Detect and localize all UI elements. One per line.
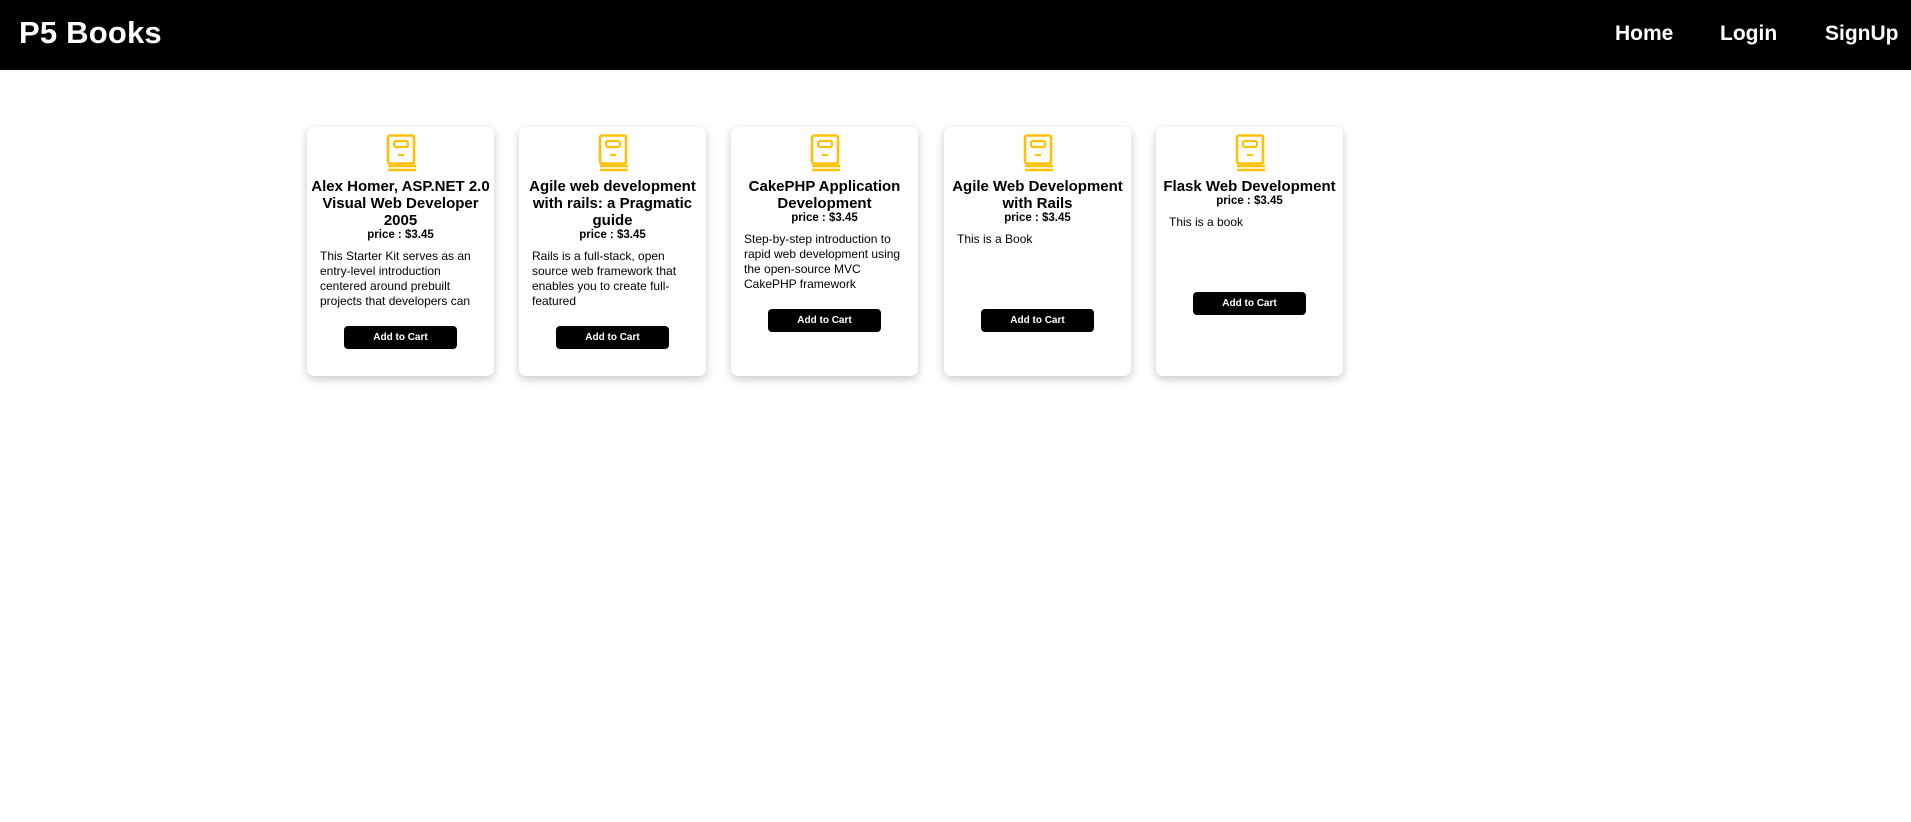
book-description: This Starter Kit serves as an entry-leve… — [320, 249, 471, 308]
book-title: Agile Web Development with Rails — [952, 178, 1123, 212]
nav-home-link[interactable]: Home — [1615, 22, 1673, 46]
book-description: Step-by-step introduction to rapid web d… — [744, 232, 901, 291]
book-title: Agile web development with rails: a Prag… — [529, 178, 696, 229]
add-to-cart-button[interactable]: Add to Cart — [981, 309, 1094, 332]
brand-logo[interactable]: P5 Books — [19, 15, 162, 51]
book-icon — [1235, 134, 1265, 172]
book-icon — [598, 134, 628, 172]
book-icon — [810, 134, 840, 172]
book-title: Flask Web Development — [1163, 178, 1336, 195]
book-icon — [1023, 134, 1053, 172]
book-icon — [386, 134, 416, 172]
add-to-cart-button[interactable]: Add to Cart — [556, 326, 669, 349]
book-card: Agile Web Development with Rails price :… — [944, 127, 1131, 376]
book-card: CakePHP Application Development price : … — [731, 127, 918, 376]
book-price: price : $3.45 — [791, 212, 858, 224]
book-card: Flask Web Development price : $3.45 This… — [1156, 127, 1343, 376]
nav-signup-link[interactable]: SignUp — [1825, 22, 1899, 46]
book-description: This is a Book — [957, 232, 1033, 246]
book-description: This is a book — [1169, 215, 1244, 229]
book-card: Agile web development with rails: a Prag… — [519, 127, 706, 376]
add-to-cart-button[interactable]: Add to Cart — [1193, 292, 1306, 315]
nav-login-link[interactable]: Login — [1720, 22, 1777, 46]
book-price: price : $3.45 — [579, 229, 646, 241]
book-title: CakePHP Application Development — [748, 178, 901, 212]
book-card: Alex Homer, ASP.NET 2.0 Visual Web Devel… — [307, 127, 494, 376]
add-to-cart-button[interactable]: Add to Cart — [344, 326, 457, 349]
navbar: P5 Books Home Login SignUp — [0, 0, 1911, 70]
book-description: Rails is a full-stack, open source web f… — [532, 249, 677, 308]
book-price: price : $3.45 — [1004, 212, 1071, 224]
book-title: Alex Homer, ASP.NET 2.0 Visual Web Devel… — [311, 178, 490, 229]
book-price: price : $3.45 — [367, 229, 434, 241]
book-price: price : $3.45 — [1216, 195, 1283, 207]
add-to-cart-button[interactable]: Add to Cart — [768, 309, 881, 332]
